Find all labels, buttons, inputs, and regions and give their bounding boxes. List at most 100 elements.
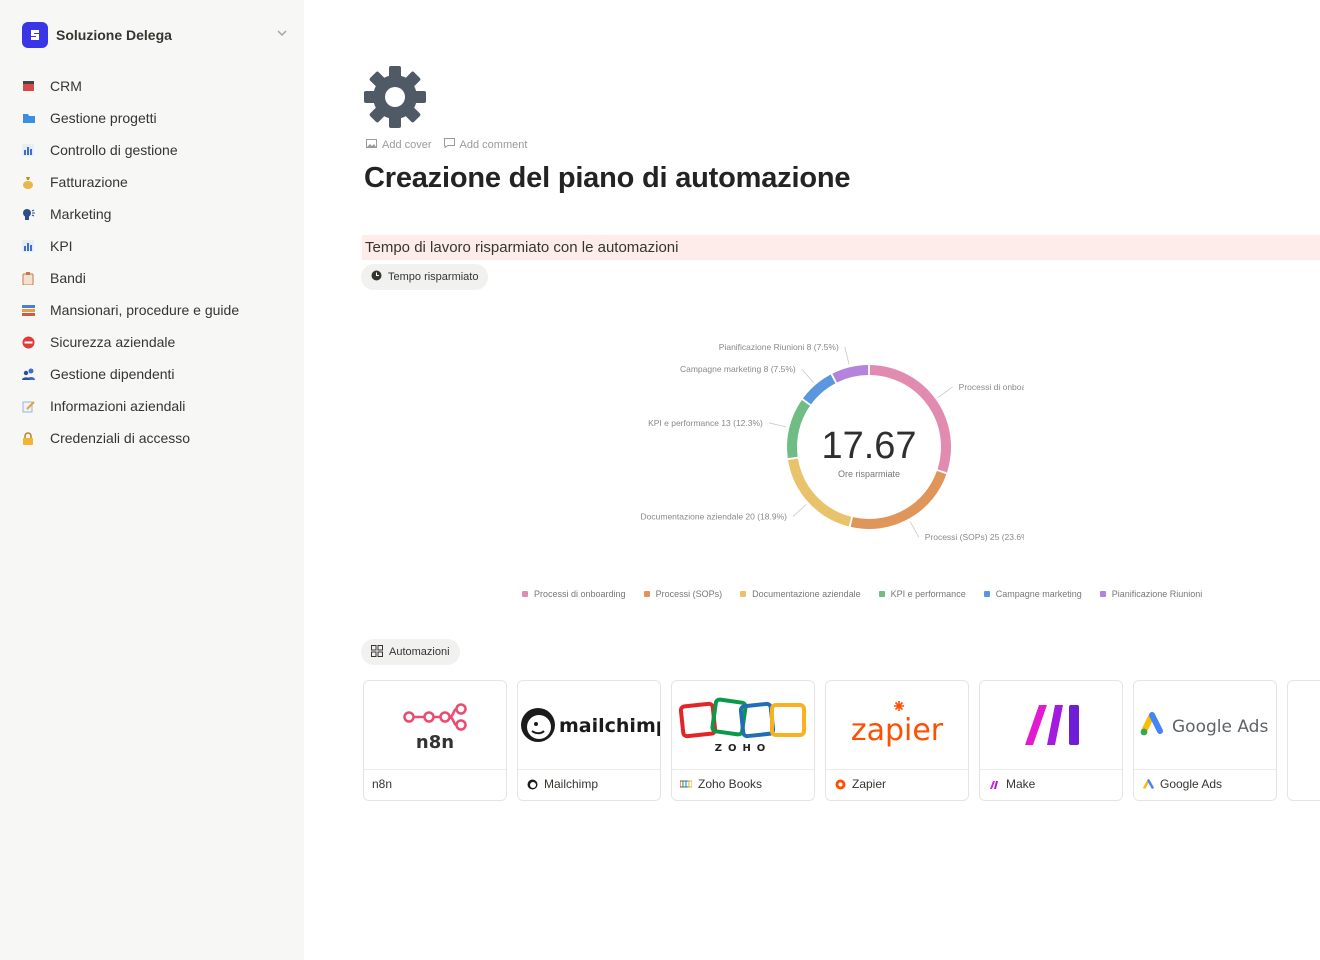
sidebar-item-label: Marketing: [50, 206, 112, 222]
sidebar-item-bandi[interactable]: Bandi: [22, 262, 292, 294]
sidebar-item-crm[interactable]: CRM: [22, 70, 292, 102]
tab-automazioni[interactable]: Automazioni: [361, 639, 460, 665]
sidebar-item-label: Gestione dipendenti: [50, 366, 175, 382]
zapier-logo: zapier: [826, 681, 968, 770]
automation-card-partial[interactable]: [1287, 680, 1320, 801]
comment-icon: [443, 138, 455, 151]
legend-label: Documentazione aziendale: [752, 589, 861, 599]
automation-card-zoho-books[interactable]: ZOHO Zoho Books: [671, 680, 815, 801]
tab-tempo-risparmiato[interactable]: Tempo risparmiato: [361, 264, 489, 290]
legend-swatch: [878, 591, 885, 597]
slice-label-leader: [909, 521, 920, 538]
google-ads-icon: [1142, 778, 1154, 790]
bar-chart-icon: [22, 144, 50, 156]
sidebar-item-label: Credenziali di accesso: [50, 430, 191, 446]
sidebar-item-mansionari[interactable]: Mansionari, procedure e guide: [22, 294, 292, 326]
lock-icon: [22, 431, 50, 445]
mailchimp-logo-text: mailchimp: [559, 715, 660, 737]
make-logo: [980, 681, 1122, 770]
gear-icon[interactable]: [362, 64, 428, 130]
legend-swatch: [740, 591, 747, 597]
donut-slice[interactable]: [832, 365, 869, 383]
sidebar-item-gestione-progetti[interactable]: Gestione progetti: [22, 102, 292, 134]
slice-label-leader: [768, 422, 787, 428]
sidebar-item-label: Bandi: [50, 270, 86, 286]
sidebar-item-fatturazione[interactable]: Fatturazione: [22, 166, 292, 198]
callout: Tempo di lavoro risparmiato con le autom…: [362, 235, 1320, 260]
image-icon: [366, 138, 377, 151]
legend-label: Pianificazione Riunioni: [1111, 589, 1203, 599]
slice-label: Pianificazione Riunioni 8 (7.5%): [719, 342, 839, 352]
legend-item[interactable]: KPI e performance: [878, 589, 966, 599]
legend-item[interactable]: Processi (SOPs): [643, 589, 722, 599]
zapier-icon: [834, 778, 846, 790]
automation-name: Zapier: [852, 777, 887, 791]
card-title: Make: [988, 777, 1035, 791]
page-title[interactable]: Creazione del piano di automazione: [364, 162, 850, 195]
card-title: Google Ads: [1142, 777, 1222, 791]
automations-gallery: n8n n8n mailchimp Mailchimp ZOHO Zoho Bo…: [363, 680, 1320, 802]
legend-item[interactable]: Processi di onboarding: [522, 589, 626, 599]
slice-label: KPI e performance 13 (12.3%): [648, 418, 763, 428]
donut-slice[interactable]: [802, 374, 836, 405]
sidebar-item-credenziali-di-accesso[interactable]: Credenziali di accesso: [22, 422, 292, 454]
chart-legend: Processi di onboarding Processi (SOPs) D…: [522, 589, 1282, 599]
legend-label: KPI e performance: [890, 589, 966, 599]
no-entry-icon: [22, 336, 50, 349]
sidebar-item-label: Controllo di gestione: [50, 142, 178, 158]
sidebar-item-kpi[interactable]: KPI: [22, 230, 292, 262]
card-title: Mailchimp: [526, 777, 598, 791]
add-cover-button[interactable]: Add cover: [366, 138, 432, 151]
money-bag-icon: [22, 176, 50, 189]
sidebar-item-gestione-dipendenti[interactable]: Gestione dipendenti: [22, 358, 292, 390]
clapper-icon: [22, 80, 50, 92]
automation-card-n8n[interactable]: n8n n8n: [363, 680, 507, 801]
card-title: Zapier: [834, 777, 886, 791]
chevron-down-icon[interactable]: [276, 26, 288, 44]
add-comment-button[interactable]: Add comment: [443, 138, 528, 151]
legend-label: Campagne marketing: [995, 589, 1082, 599]
sidebar-item-controllo-di-gestione[interactable]: Controllo di gestione: [22, 134, 292, 166]
workspace-switcher[interactable]: Soluzione Delega: [22, 22, 298, 48]
slice-label-leader: [937, 386, 953, 398]
legend-swatch: [643, 591, 650, 597]
sidebar-item-marketing[interactable]: Marketing: [22, 198, 292, 230]
automation-card-make[interactable]: Make: [979, 680, 1123, 801]
slice-label: Processi (SOPs) 25 (23.6%): [925, 532, 1024, 542]
slice-label-leader: [801, 368, 814, 383]
add-comment-label: Add comment: [459, 138, 528, 151]
card-title: n8n: [372, 777, 392, 791]
automation-name: Google Ads: [1160, 777, 1223, 791]
sidebar-item-label: CRM: [50, 78, 82, 94]
legend-item[interactable]: Pianificazione Riunioni: [1099, 589, 1203, 599]
donut-slice[interactable]: [787, 400, 811, 459]
mailchimp-logo: mailchimp: [518, 681, 660, 770]
zoho-icon: [680, 778, 692, 790]
legend-item[interactable]: Campagne marketing: [983, 589, 1082, 599]
sidebar-item-sicurezza-aziendale[interactable]: Sicurezza aziendale: [22, 326, 292, 358]
clock-icon: [371, 270, 382, 284]
automation-card-zapier[interactable]: zapier Zapier: [825, 680, 969, 801]
sidebar-item-label: Informazioni aziendali: [50, 398, 186, 414]
google-ads-logo: Google Ads: [1134, 681, 1276, 770]
legend-swatch: [522, 591, 528, 597]
automation-card-google-ads[interactable]: Google Ads Google Ads: [1133, 680, 1277, 801]
books-icon: [22, 304, 50, 316]
speaking-head-icon: [22, 208, 50, 220]
workspace-logo-icon: [22, 22, 48, 48]
n8n-logo: n8n: [364, 681, 506, 770]
slice-label: Documentazione aziendale 20 (18.9%): [641, 512, 788, 522]
tab-label: Tempo risparmiato: [388, 271, 479, 283]
donut-chart: Processi di onboarding 32 (30.2%) Process…: [641, 342, 1024, 542]
slice-label-leader: [844, 346, 850, 365]
donut-slice[interactable]: [850, 470, 947, 529]
sidebar-item-label: Sicurezza aziendale: [50, 334, 176, 350]
sidebar-item-informazioni-aziendali[interactable]: Informazioni aziendali: [22, 390, 292, 422]
card-title: Zoho Books: [680, 777, 762, 791]
page-actions: Add cover Add comment: [366, 138, 527, 151]
slice-label: Campagne marketing 8 (7.5%): [680, 364, 796, 374]
automation-card-mailchimp[interactable]: mailchimp Mailchimp: [517, 680, 661, 801]
zapier-logo-text: zapier: [851, 713, 944, 748]
legend-item[interactable]: Documentazione aziendale: [740, 589, 861, 599]
slice-label: Processi di onboarding 32 (30.2%): [959, 382, 1024, 392]
